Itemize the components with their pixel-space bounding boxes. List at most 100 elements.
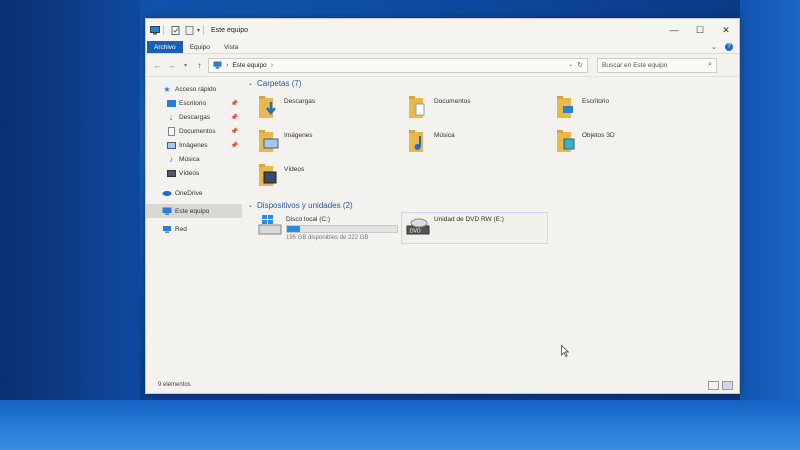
folder-imagenes[interactable]: Imágenes [258,128,398,154]
drive-usage-fill [287,226,301,232]
forward-arrow-icon[interactable]: → [166,61,177,70]
tab-equipo[interactable]: Equipo [183,41,217,53]
sidebar-item-musica[interactable]: ♪ Música [146,152,242,166]
folder-objetos-3d[interactable]: Objetos 3D [556,128,696,154]
refresh-icon[interactable]: ↻ [577,61,583,69]
address-row: ← → ▾ ↑ › Este equipo › ⌄ ↻ Buscar en Es… [146,54,739,77]
folder-musica[interactable]: Música [408,128,548,154]
cloud-icon [162,189,172,198]
video-icon [166,169,176,178]
chevron-down-icon[interactable]: ⌄ [248,202,253,209]
tab-archivo[interactable]: Archivo [147,41,183,53]
sidebar-item-label: Este equipo [175,207,210,215]
windows-drive-icon [258,215,282,235]
content-pane: ⌄ Carpetas (7) Descargas Documentos Escr… [246,76,739,376]
dvd-label: DVD [410,229,421,235]
star-icon: ★ [163,84,171,94]
sidebar-item-videos[interactable]: Vídeos [146,166,242,180]
details-view-icon[interactable] [708,380,719,390]
folder-documentos[interactable]: Documentos [408,94,548,120]
up-arrow-icon[interactable]: ↑ [194,61,205,70]
sidebar-item-onedrive[interactable]: OneDrive [146,186,242,200]
recent-locations-icon[interactable]: ▾ [180,62,191,69]
separator [163,25,164,35]
maximize-button[interactable]: ☐ [687,19,713,41]
sidebar-item-label: Escritorio [179,99,207,107]
folder-label: Vídeos [284,166,305,173]
desktop-icon [166,99,176,108]
sidebar-item-este-equipo[interactable]: Este equipo [146,204,242,218]
sidebar-item-label: Vídeos [179,169,200,177]
drives-grid: Disco local (C:) 195 GB disponibles de 2… [246,212,739,252]
sidebar-item-documentos[interactable]: Documentos 📌 [146,124,242,138]
drive-name: Unidad de DVD RW (E:) [434,216,504,223]
chevron-down-icon[interactable]: ⌄ [711,43,717,51]
pin-icon[interactable]: 📌 [231,128,238,135]
group-title: Dispositivos y unidades (2) [257,200,353,210]
ribbon-tabs: Archivo Equipo Vista ⌄ ? [146,41,739,54]
new-folder-icon[interactable] [185,25,195,35]
chevron-down-icon[interactable]: ⌄ [248,80,253,87]
search-placeholder: Buscar en Este equipo [602,61,668,69]
pin-icon[interactable]: 📌 [231,100,238,107]
close-button[interactable]: ✕ [713,19,739,41]
desktop-background-bottom [0,400,800,450]
minimize-button[interactable]: — [661,19,687,41]
computer-icon [162,207,172,216]
downloads-folder-icon [259,96,276,118]
music-folder-icon [409,130,423,152]
folder-videos[interactable]: Vídeos [258,162,398,188]
computer-icon [213,61,222,69]
sidebar-item-descargas[interactable]: ↓ Descargas 📌 [146,110,242,124]
sidebar-item-imagenes[interactable]: Imágenes 📌 [146,138,242,152]
properties-icon[interactable] [171,25,181,35]
sidebar-item-label: Imágenes [179,141,208,149]
sidebar-item-escritorio[interactable]: Escritorio 📌 [146,96,242,110]
address-bar[interactable]: › Este equipo › ⌄ ↻ [208,57,588,73]
help-icon[interactable]: ? [725,43,733,51]
drive-c[interactable]: Disco local (C:) 195 GB disponibles de 2… [258,214,398,242]
file-explorer-window: ▾ Este equipo — ☐ ✕ Archivo Equipo Vista… [145,18,740,394]
videos-folder-icon [259,164,277,186]
sidebar-item-label: Descargas [179,113,211,121]
devices-group-header[interactable]: ⌄ Dispositivos y unidades (2) [246,198,739,212]
tab-vista[interactable]: Vista [217,41,245,53]
drive-name: Disco local (C:) [286,216,331,223]
folders-group-header[interactable]: ⌄ Carpetas (7) [246,76,739,90]
sidebar-item-label: OneDrive [175,189,203,197]
computer-icon[interactable] [150,25,160,35]
back-arrow-icon[interactable]: ← [152,61,163,70]
desktop-background-left [0,0,140,450]
dvd-drive-icon: DVD [406,218,430,235]
drive-e[interactable]: DVD Unidad de DVD RW (E:) [406,214,504,242]
folder-label: Imágenes [284,132,313,139]
pin-icon[interactable]: 📌 [231,114,238,121]
music-icon: ♪ [169,154,173,164]
desktop-folder-icon [557,96,573,118]
sidebar-item-red[interactable]: Red [146,222,242,236]
drive-usage-bar [286,225,398,233]
folder-label: Objetos 3D [582,132,615,139]
mouse-cursor-icon [561,345,569,357]
sidebar-item-quick-access[interactable]: ★ Acceso rápido [146,82,242,96]
large-icons-view-icon[interactable] [722,380,733,390]
sidebar-item-label: Documentos [179,127,216,135]
folder-descargas[interactable]: Descargas [258,94,398,120]
pictures-folder-icon [259,130,279,152]
pin-icon[interactable]: 📌 [231,142,238,149]
address-separator: › [226,61,229,69]
folder-label: Descargas [284,98,316,105]
search-icon: ⌕ [708,61,712,68]
folder-label: Escritorio [582,98,610,105]
folder-label: Música [434,132,455,139]
address-dropdown-icon[interactable]: ⌄ [568,61,573,69]
search-input[interactable]: Buscar en Este equipo ⌕ [597,57,717,73]
separator [203,25,205,35]
folders-grid: Descargas Documentos Escritorio Imágenes… [246,90,739,198]
address-path: Este equipo [232,61,267,69]
desktop-background-right [740,0,800,450]
group-title: Carpetas (7) [257,78,302,88]
folder-escritorio[interactable]: Escritorio [556,94,696,120]
navigation-pane: ★ Acceso rápido Escritorio 📌 ↓ Descargas… [146,76,242,376]
quick-access-dropdown-icon[interactable]: ▾ [197,27,200,34]
